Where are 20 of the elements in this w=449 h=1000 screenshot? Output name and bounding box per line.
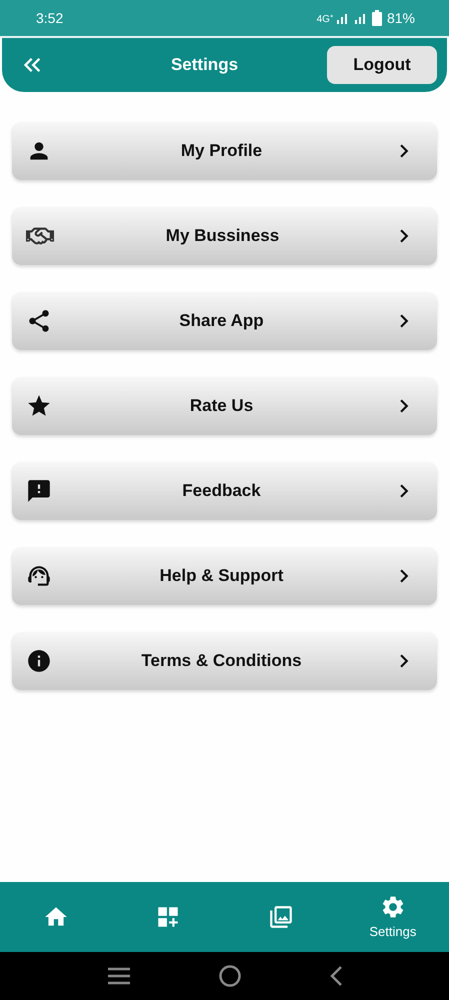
- settings-item[interactable]: Terms & Conditions: [12, 632, 437, 690]
- signal-icon: [336, 12, 367, 24]
- feedback-icon: [26, 478, 52, 504]
- menu-icon[interactable]: [106, 967, 130, 985]
- nav-tab[interactable]: Settings: [336, 894, 449, 940]
- settings-item[interactable]: Rate Us: [12, 377, 437, 435]
- status-time: 3:52: [36, 10, 64, 26]
- network-type: 4G⁺: [316, 13, 333, 25]
- settings-item[interactable]: Help & Support: [12, 547, 437, 605]
- settings-item[interactable]: My Profile: [12, 122, 437, 180]
- info-icon: [26, 648, 52, 674]
- battery-icon: [372, 10, 382, 26]
- gallery-icon: [268, 904, 294, 930]
- settings-item[interactable]: Share App: [12, 292, 437, 350]
- battery-level: 81%: [386, 10, 415, 26]
- settings-item[interactable]: Feedback: [12, 462, 437, 520]
- page-title: Settings: [170, 55, 240, 75]
- logout-button[interactable]: Logout: [327, 46, 437, 84]
- home-button-icon[interactable]: [218, 965, 240, 987]
- settings-item[interactable]: My Bussiness: [12, 207, 437, 265]
